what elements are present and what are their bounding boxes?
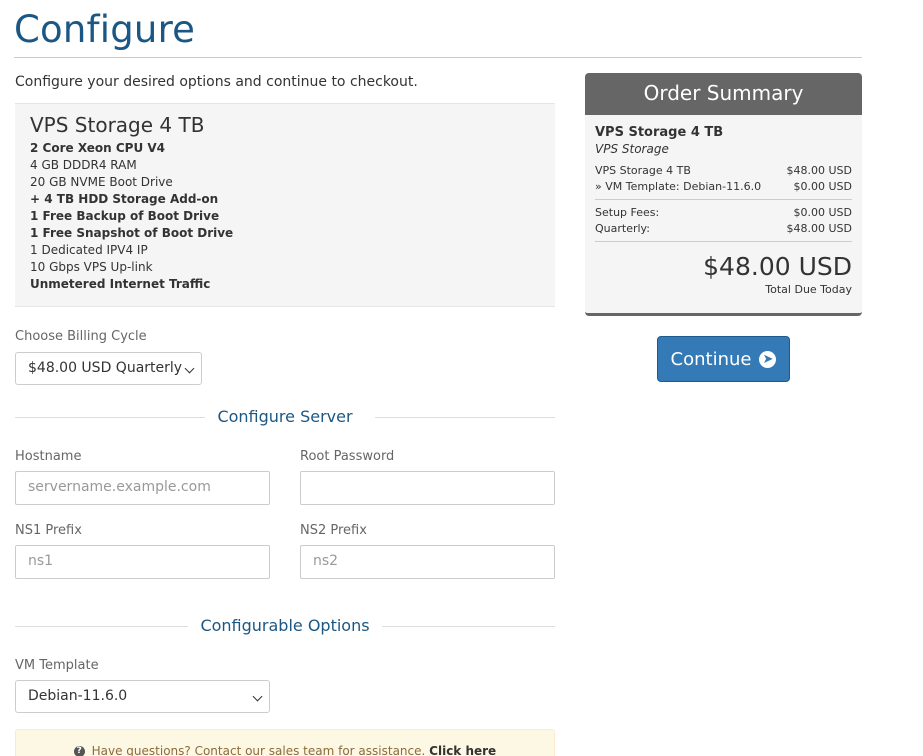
vm-template-select[interactable]: Debian-11.6.0 xyxy=(15,680,270,713)
chevron-down-icon xyxy=(184,363,195,374)
arrow-circle-right-icon: ➤ xyxy=(759,350,777,368)
summary-fee-label: Quarterly: xyxy=(595,222,650,235)
product-info-box: VPS Storage 4 TB 2 Core Xeon CPU V4 4 GB… xyxy=(15,103,555,307)
configure-page: Configure Configure your desired options… xyxy=(0,0,923,756)
chevron-down-icon xyxy=(252,691,263,702)
summary-fee-amount: $0.00 USD xyxy=(793,206,853,219)
summary-divider xyxy=(595,199,852,200)
page-title: Configure xyxy=(14,8,196,51)
vm-template-label: VM Template xyxy=(15,658,99,673)
root-password-label: Root Password xyxy=(300,449,395,464)
help-text: Have questions? Contact our sales team f… xyxy=(91,744,426,756)
product-feature: 2 Core Xeon CPU V4 xyxy=(30,141,166,155)
product-feature: 1 Dedicated IPV4 IP xyxy=(30,243,148,257)
order-summary-panel: Order Summary VPS Storage 4 TB VPS Stora… xyxy=(585,73,862,316)
summary-line: » VM Template: Debian-11.6.0 $0.00 USD xyxy=(595,179,852,195)
configurable-options-heading: Configurable Options xyxy=(15,616,555,636)
summary-fee-row: Quarterly: $48.00 USD xyxy=(595,221,852,237)
summary-product-group: VPS Storage xyxy=(595,142,669,156)
vm-template-value: Debian-11.6.0 xyxy=(28,688,128,704)
summary-line-label: » VM Template: Debian-11.6.0 xyxy=(595,180,762,193)
ns1-input[interactable]: ns1 xyxy=(15,545,270,579)
product-name: VPS Storage 4 TB xyxy=(30,113,205,137)
product-feature: 1 Free Snapshot of Boot Drive xyxy=(30,226,234,240)
hostname-input[interactable]: servername.example.com xyxy=(15,471,270,505)
summary-line-label: VPS Storage 4 TB xyxy=(595,164,691,177)
product-feature: Unmetered Internet Traffic xyxy=(30,277,211,291)
billing-cycle-value: $48.00 USD Quarterly xyxy=(28,360,183,376)
sales-help-bar: ? Have questions? Contact our sales team… xyxy=(15,729,555,756)
ns1-placeholder: ns1 xyxy=(28,553,54,569)
order-summary-title: Order Summary xyxy=(585,73,862,115)
product-feature: + 4 TB HDD Storage Add-on xyxy=(30,192,219,206)
ns2-input[interactable]: ns2 xyxy=(300,545,555,579)
hostname-placeholder: servername.example.com xyxy=(28,479,211,495)
summary-divider xyxy=(595,241,852,242)
help-link[interactable]: Click here xyxy=(429,744,496,756)
product-feature: 1 Free Backup of Boot Drive xyxy=(30,209,220,223)
order-summary-body: VPS Storage 4 TB VPS Storage VPS Storage… xyxy=(585,115,862,296)
product-features: 2 Core Xeon CPU V4 4 GB DDDR4 RAM 20 GB … xyxy=(30,140,540,293)
ns2-label: NS2 Prefix xyxy=(300,523,367,538)
summary-lines: VPS Storage 4 TB $48.00 USD » VM Templat… xyxy=(595,163,852,195)
ns2-placeholder: ns2 xyxy=(313,553,339,569)
summary-fee-row: Setup Fees: $0.00 USD xyxy=(595,205,852,221)
configure-server-heading: Configure Server xyxy=(15,407,555,427)
summary-total-label: Total Due Today xyxy=(765,283,852,296)
summary-fee-label: Setup Fees: xyxy=(595,206,660,219)
billing-cycle-select[interactable]: $48.00 USD Quarterly xyxy=(15,352,202,385)
continue-button[interactable]: Continue ➤ xyxy=(657,336,790,382)
continue-label: Continue xyxy=(670,348,752,370)
summary-product-name: VPS Storage 4 TB xyxy=(595,125,724,140)
root-password-input[interactable] xyxy=(300,471,555,505)
summary-line-amount: $0.00 USD xyxy=(793,180,853,193)
intro-text: Configure your desired options and conti… xyxy=(15,74,418,90)
product-feature: 20 GB NVME Boot Drive xyxy=(30,175,173,189)
question-circle-icon: ? xyxy=(73,746,85,756)
configure-server-title: Configure Server xyxy=(217,407,353,426)
product-feature: 4 GB DDDR4 RAM xyxy=(30,158,137,172)
summary-line-amount: $48.00 USD xyxy=(786,164,853,177)
summary-total: $48.00 USD xyxy=(703,252,852,281)
product-feature: 10 Gbps VPS Up-link xyxy=(30,260,153,274)
ns1-label: NS1 Prefix xyxy=(15,523,82,538)
summary-line: VPS Storage 4 TB $48.00 USD xyxy=(595,163,852,179)
title-divider xyxy=(14,57,862,58)
configurable-options-title: Configurable Options xyxy=(200,616,370,635)
summary-fee-amount: $48.00 USD xyxy=(786,222,853,235)
billing-cycle-label: Choose Billing Cycle xyxy=(15,329,147,344)
hostname-label: Hostname xyxy=(15,449,82,464)
